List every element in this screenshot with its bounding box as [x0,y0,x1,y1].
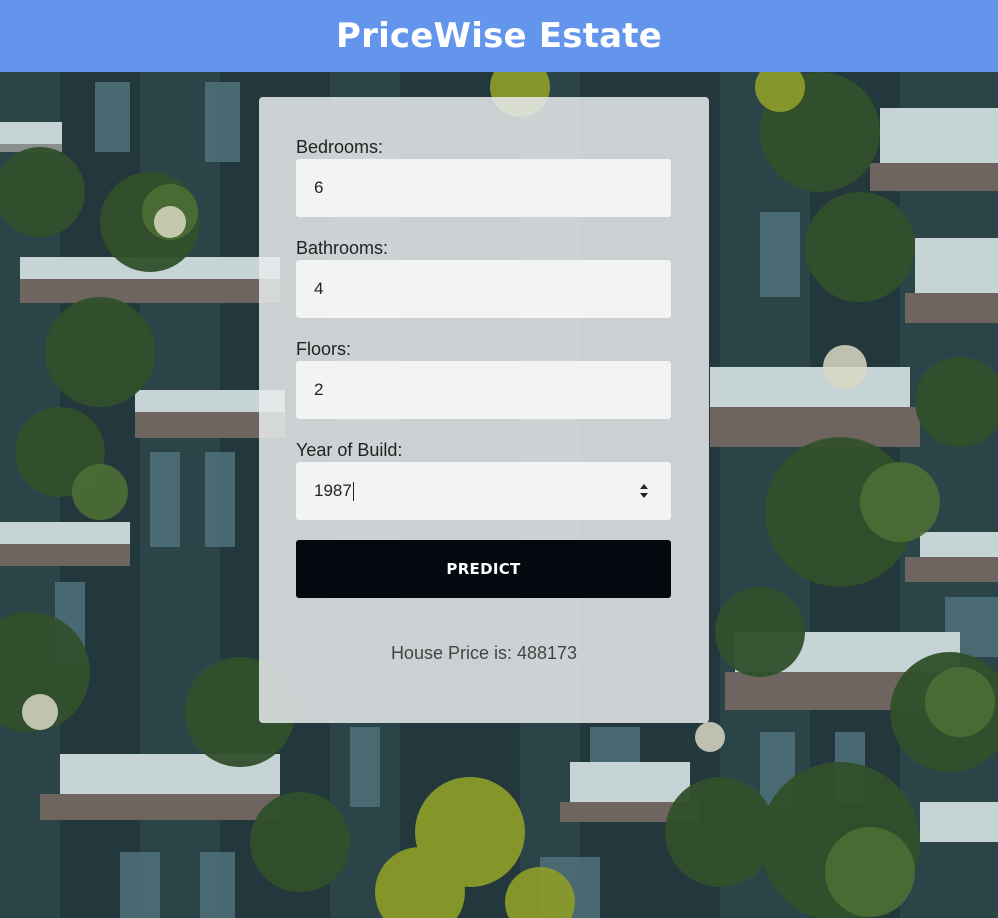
prediction-form-card: Bedrooms: 6 Bathrooms: 4 Floors: 2 Year … [259,97,709,723]
year-of-build-input[interactable]: 1987 [296,462,671,520]
app-title: PriceWise Estate [335,16,663,56]
floors-value: 2 [314,380,324,399]
predict-button[interactable]: PREDICT [296,540,671,598]
text-cursor [352,481,354,501]
up-down-spinner-icon[interactable] [639,484,649,498]
app-header: PriceWise Estate [0,0,998,72]
floors-input[interactable]: 2 [296,361,671,419]
bathrooms-value: 4 [314,279,324,298]
bathrooms-input[interactable]: 4 [296,260,671,318]
bedrooms-input[interactable]: 6 [296,159,671,217]
year-of-build-value: 1987 [314,481,352,500]
bedrooms-label: Bedrooms: [296,137,384,157]
price-result: House Price is: 488173 [390,643,578,663]
year-of-build-label: Year of Build: [296,440,403,460]
floors-label: Floors: [296,339,352,359]
bedrooms-value: 6 [314,178,324,197]
bathrooms-label: Bathrooms: [296,238,389,258]
